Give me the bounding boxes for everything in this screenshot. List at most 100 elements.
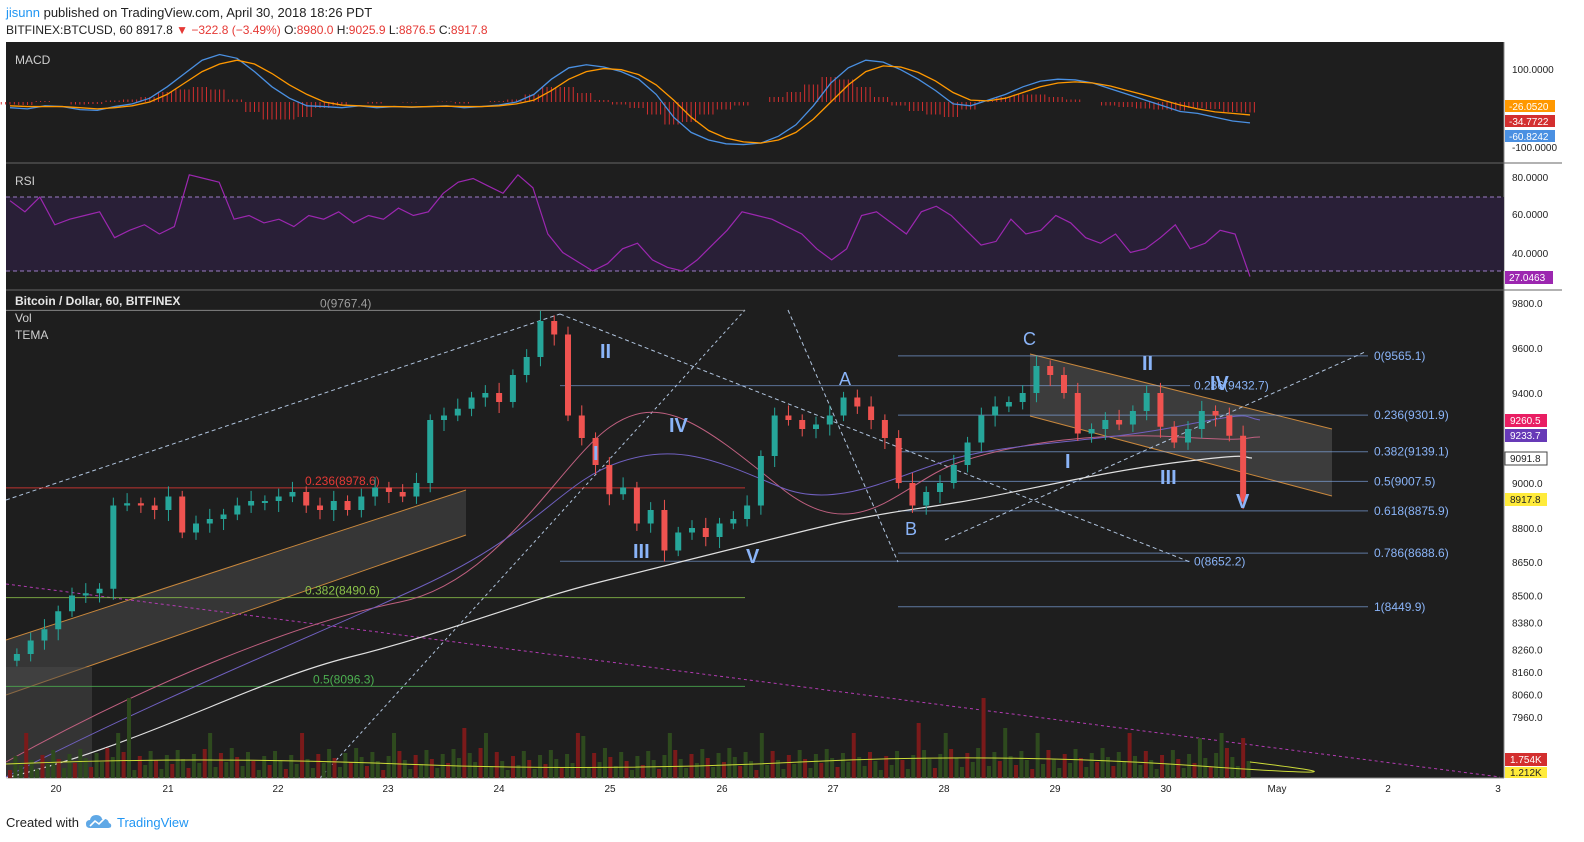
volume-bar xyxy=(548,750,553,778)
candle-body xyxy=(826,415,833,425)
fib-left-label: 0.382(8490.6) xyxy=(305,584,380,598)
chart-header: jisunn published on TradingView.com, Apr… xyxy=(0,0,1584,42)
volume-bar xyxy=(483,733,488,778)
volume-bar xyxy=(148,751,153,778)
volume-bar xyxy=(143,765,148,778)
volume-bar xyxy=(619,752,624,778)
candle-body xyxy=(179,496,186,533)
tradingview-brand-link[interactable]: TradingView xyxy=(117,815,189,830)
symbol-line: BITFINEX:BTCUSD, 60 8917.8 ▼ −322.8 (−3.… xyxy=(6,23,488,37)
volume-bar xyxy=(164,755,169,778)
candle-body xyxy=(716,523,723,537)
fib-left-label: 0(9767.4) xyxy=(320,296,371,310)
volume-bar xyxy=(67,754,72,778)
candle-body xyxy=(813,424,819,429)
time-tick: 24 xyxy=(493,784,505,795)
volume-bar xyxy=(630,770,634,778)
candle-body xyxy=(372,487,379,497)
price-tick: 7960.0 xyxy=(1512,713,1543,724)
candle-body xyxy=(881,420,888,438)
candle-body xyxy=(757,456,764,506)
volume-bar xyxy=(667,733,672,778)
volume-bar xyxy=(1133,756,1138,778)
volume-bar xyxy=(126,698,131,778)
volume-bar xyxy=(99,762,104,778)
volume-bar xyxy=(332,758,337,778)
volume-bar xyxy=(1030,769,1035,778)
volume-bar xyxy=(1208,767,1213,778)
candle-body xyxy=(496,393,503,402)
tradingview-cloud-icon[interactable] xyxy=(86,812,112,832)
time-tick: 20 xyxy=(50,784,62,795)
volume-bar xyxy=(105,748,110,778)
candle-body xyxy=(509,375,516,402)
candle-body xyxy=(1171,426,1178,443)
volume-bar xyxy=(986,766,991,778)
symbol-name[interactable]: BITFINEX:BTCUSD, 60 xyxy=(6,23,133,37)
volume-bar xyxy=(197,763,202,778)
rsi-label: 27.0463 xyxy=(1509,273,1546,284)
candle-body xyxy=(482,393,489,398)
candle-body xyxy=(289,492,296,497)
candle-body xyxy=(1157,393,1164,427)
candle-body xyxy=(606,465,613,495)
volume-bar xyxy=(364,766,369,778)
tema-indicator-label: TEMA xyxy=(15,328,48,342)
candle-body xyxy=(950,465,957,483)
created-with-text: Created with xyxy=(6,815,79,830)
volume-bar xyxy=(505,770,510,778)
price-title: Bitcoin / Dollar, 60, BITFINEX xyxy=(15,294,180,308)
price-tick: 9400.0 xyxy=(1512,389,1543,400)
rsi-band xyxy=(6,197,1504,271)
candle-body xyxy=(1116,420,1123,425)
volume-bar xyxy=(819,763,824,778)
rsi-tick-60: 60.0000 xyxy=(1512,210,1549,221)
volume-bar xyxy=(1176,759,1181,778)
macd-title: MACD xyxy=(15,53,51,67)
volume-bar xyxy=(473,762,478,778)
volume-bar xyxy=(959,767,964,778)
volume-bar xyxy=(597,762,602,778)
volume-bar xyxy=(1008,756,1013,778)
volume-bar xyxy=(927,759,932,778)
macd-tick-top: 100.0000 xyxy=(1512,65,1554,76)
time-tick: 26 xyxy=(716,784,728,795)
volume-bar xyxy=(1041,764,1046,778)
volume-bar xyxy=(586,767,591,778)
price-tick: 8060.0 xyxy=(1512,691,1543,702)
wave-label-c: C xyxy=(1023,329,1036,349)
volume-bar xyxy=(527,760,532,778)
volume-bar xyxy=(1111,766,1116,778)
volume-bar xyxy=(121,752,126,778)
candle-body xyxy=(303,492,310,506)
candle-body xyxy=(565,334,571,416)
candle-body xyxy=(1102,420,1109,429)
candle-body xyxy=(206,519,213,524)
wave-label-a: A xyxy=(839,369,851,389)
footer: Created with TradingView xyxy=(0,804,1584,842)
time-tick: 22 xyxy=(272,784,284,795)
volume-bar xyxy=(646,751,651,778)
volume-bar xyxy=(786,755,791,778)
wave-label-iii-2: III xyxy=(1160,467,1177,489)
volume-bar xyxy=(489,766,494,778)
volume-bar xyxy=(846,762,851,778)
author-link[interactable]: jisunn xyxy=(6,5,40,20)
time-tick: 25 xyxy=(604,784,616,795)
volume-bar xyxy=(970,762,975,778)
volume-bar xyxy=(889,765,894,778)
price-tick: 8650.0 xyxy=(1512,558,1543,569)
volume-bar xyxy=(283,769,288,778)
last-price: 8917.8 xyxy=(136,23,173,37)
candle-body xyxy=(124,503,131,506)
candle-body xyxy=(937,483,943,492)
volume-bar xyxy=(673,750,678,778)
volume-bar xyxy=(538,755,543,778)
price-tick: 8800.0 xyxy=(1512,524,1543,535)
candle-body xyxy=(647,510,654,524)
volume-bar xyxy=(89,767,94,778)
volume-bar xyxy=(808,768,813,778)
chart-canvas[interactable]: MACD 100.0000 -100.0000 -26.0520 -34.772… xyxy=(0,42,1584,804)
macd-signal-label: -26.0520 xyxy=(1509,102,1549,113)
volume-bar xyxy=(867,752,872,778)
